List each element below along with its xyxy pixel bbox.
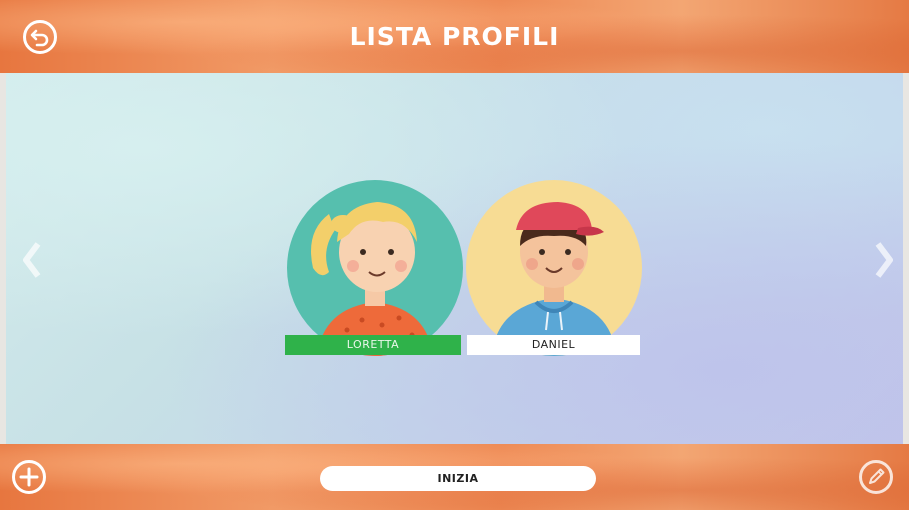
- chevron-right-icon: [875, 242, 893, 278]
- header-bar: LISTA PROFILI: [0, 0, 909, 73]
- profile-name-loretta[interactable]: LORETTA: [285, 335, 461, 355]
- profile-name-daniel[interactable]: DANIEL: [467, 335, 640, 355]
- previous-arrow[interactable]: [22, 240, 42, 280]
- profile-avatar-loretta[interactable]: [287, 180, 463, 356]
- page-title: LISTA PROFILI: [349, 22, 560, 51]
- girl-avatar-icon: [311, 202, 433, 356]
- right-border: [903, 73, 909, 444]
- chevron-left-icon: [23, 242, 41, 278]
- profile-avatar-daniel[interactable]: [466, 180, 642, 356]
- next-arrow[interactable]: [874, 240, 894, 280]
- pencil-icon: [869, 468, 885, 484]
- plus-icon: [19, 467, 39, 487]
- add-profile-button[interactable]: [12, 460, 46, 494]
- edit-profile-button[interactable]: [859, 460, 893, 494]
- boy-avatar-icon: [492, 202, 616, 356]
- start-button[interactable]: INIZIA: [320, 466, 596, 491]
